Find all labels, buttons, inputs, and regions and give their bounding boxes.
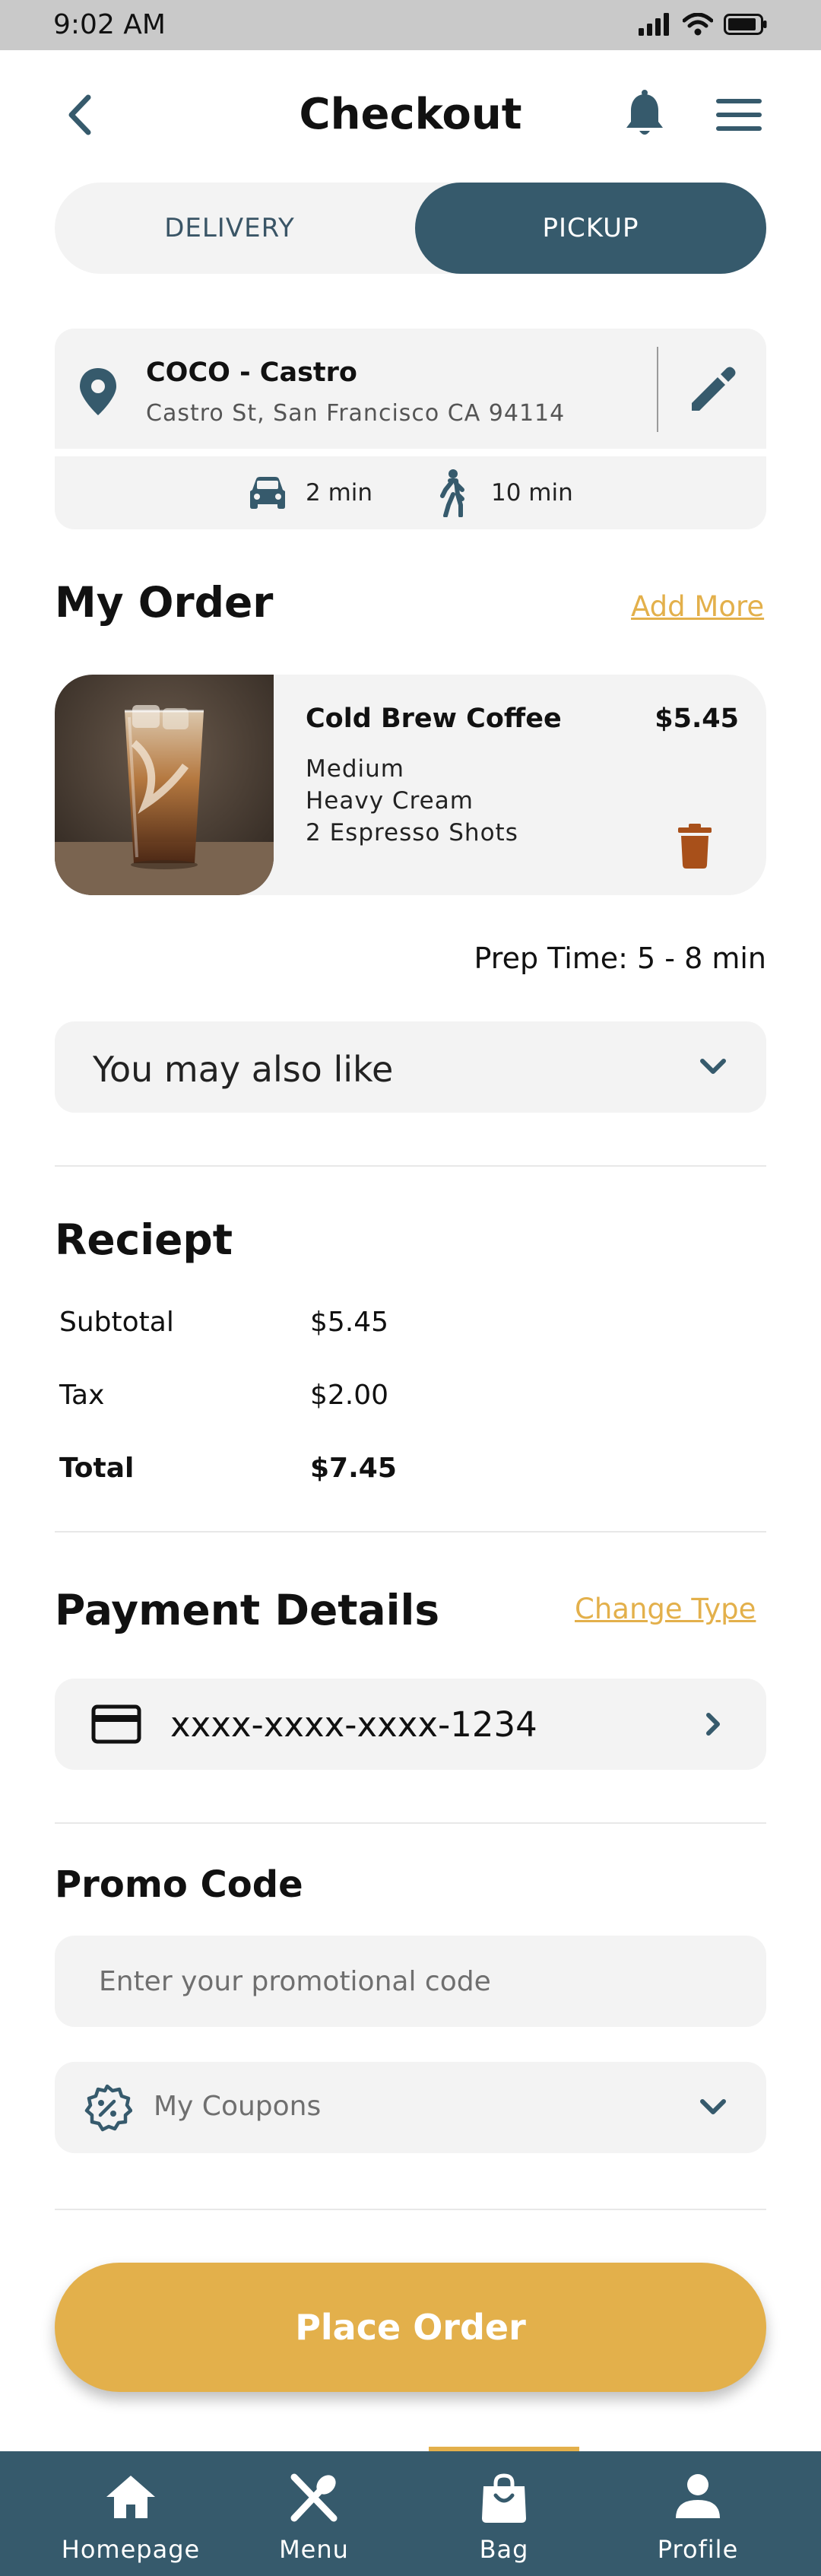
profile-icon xyxy=(676,2474,720,2518)
item-name: Cold Brew Coffee xyxy=(306,704,562,734)
status-icons xyxy=(639,13,768,36)
delivery-option[interactable]: DELIVERY xyxy=(55,183,404,274)
item-option-shots: 2 Espresso Shots xyxy=(306,819,518,846)
travel-time-bar: 2 min 10 min xyxy=(55,456,766,529)
walk-time: 10 min xyxy=(491,479,573,507)
store-card: COCO - Castro Castro St, San Francisco C… xyxy=(55,329,766,449)
home-icon xyxy=(106,2476,155,2518)
battery-icon xyxy=(724,14,767,35)
bag-icon xyxy=(482,2473,526,2523)
drive-time: 2 min xyxy=(306,479,373,507)
credit-card-icon xyxy=(91,1704,141,1744)
promo-code-heading: Promo Code xyxy=(55,1863,303,1906)
nav-bag-label: Bag xyxy=(479,2535,529,2564)
section-divider xyxy=(55,1822,766,1824)
payment-details-heading: Payment Details xyxy=(55,1586,440,1634)
item-price: $5.45 xyxy=(655,704,739,734)
subtotal-label: Subtotal xyxy=(59,1307,174,1338)
total-value: $7.45 xyxy=(310,1453,397,1484)
walking-icon xyxy=(440,469,464,517)
page-title: Checkout xyxy=(299,90,522,139)
my-coupons-label: My Coupons xyxy=(154,2091,322,2122)
card-number: xxxx-xxxx-xxxx-1234 xyxy=(170,1704,537,1745)
nav-menu[interactable]: Menu xyxy=(227,2451,401,2576)
chevron-down-icon xyxy=(700,2099,726,2114)
place-order-button[interactable]: Place Order xyxy=(55,2263,766,2392)
utensils-icon xyxy=(290,2473,338,2522)
wifi-icon xyxy=(683,13,713,36)
status-bar: 9:02 AM xyxy=(0,0,821,50)
tax-label: Tax xyxy=(59,1380,105,1411)
bottom-nav: Homepage Menu Bag Profile xyxy=(0,2447,821,2576)
prep-time: Prep Time: 5 - 8 min xyxy=(474,942,766,975)
payment-method-row[interactable]: xxxx-xxxx-xxxx-1234 xyxy=(55,1679,766,1770)
header: Checkout xyxy=(0,50,821,179)
section-divider xyxy=(55,1165,766,1167)
nav-profile-label: Profile xyxy=(657,2535,739,2564)
you-may-also-like-label: You may also like xyxy=(93,1049,394,1090)
menu-icon[interactable] xyxy=(715,96,763,134)
change-type-link[interactable]: Change Type xyxy=(575,1593,756,1625)
my-order-heading: My Order xyxy=(55,578,274,627)
car-icon xyxy=(250,477,285,509)
pickup-option[interactable]: PICKUP xyxy=(415,183,766,274)
status-time: 9:02 AM xyxy=(53,9,166,40)
you-may-also-like-dropdown[interactable]: You may also like xyxy=(55,1021,766,1113)
drink-image xyxy=(55,675,274,895)
nav-homepage[interactable]: Homepage xyxy=(43,2451,218,2576)
nav-homepage-label: Homepage xyxy=(61,2535,201,2564)
subtotal-value: $5.45 xyxy=(310,1307,389,1338)
store-address: Castro St, San Francisco CA 94114 xyxy=(146,400,566,427)
add-more-link[interactable]: Add More xyxy=(631,590,764,623)
delivery-pickup-toggle: DELIVERY PICKUP xyxy=(55,183,766,274)
nav-menu-label: Menu xyxy=(279,2535,349,2564)
edit-pencil-icon[interactable] xyxy=(683,361,742,420)
chevron-right-icon xyxy=(706,1713,720,1736)
nav-bag[interactable]: Bag xyxy=(417,2451,591,2576)
promo-code-input[interactable] xyxy=(55,1936,766,2027)
store-name: COCO - Castro xyxy=(146,357,357,388)
location-pin-icon xyxy=(80,368,116,415)
item-option-cream: Heavy Cream xyxy=(306,787,474,815)
chevron-down-icon xyxy=(700,1059,726,1074)
my-coupons-dropdown[interactable]: My Coupons xyxy=(55,2062,766,2153)
store-divider xyxy=(657,347,658,432)
bell-icon[interactable] xyxy=(620,90,670,140)
nav-profile[interactable]: Profile xyxy=(610,2451,785,2576)
discount-badge-icon xyxy=(84,2084,132,2132)
receipt-heading: Reciept xyxy=(55,1215,233,1264)
signal-icon xyxy=(639,13,669,36)
order-item-card: Cold Brew Coffee $5.45 Medium Heavy Crea… xyxy=(55,675,766,895)
total-label: Total xyxy=(59,1453,135,1484)
section-divider xyxy=(55,1531,766,1533)
trash-icon[interactable] xyxy=(677,824,713,869)
tax-value: $2.00 xyxy=(310,1380,389,1411)
item-option-size: Medium xyxy=(306,755,404,783)
section-divider xyxy=(55,2209,766,2210)
